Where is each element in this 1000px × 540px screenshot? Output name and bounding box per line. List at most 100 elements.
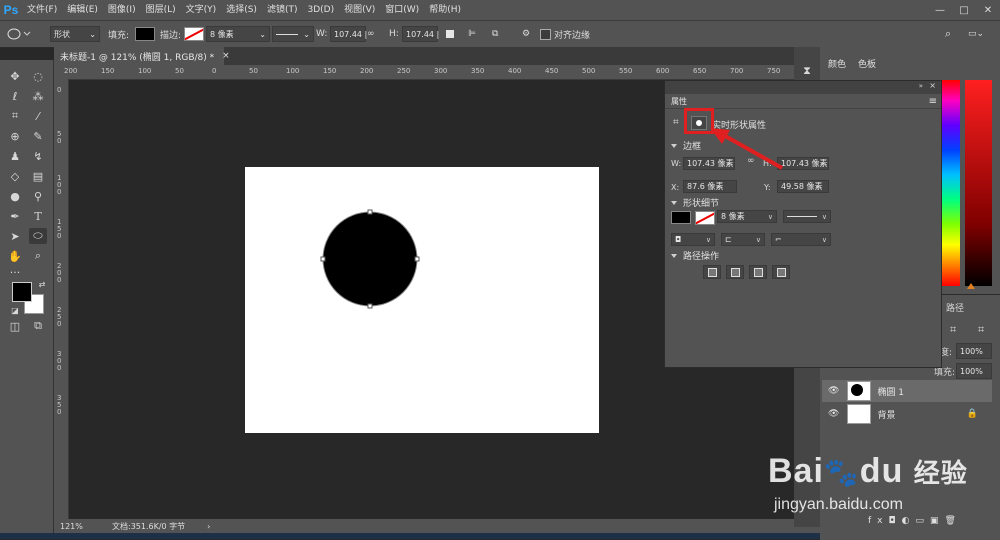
default-colors-icon[interactable]: ◪ xyxy=(6,302,24,318)
width-field[interactable]: 107.44 | xyxy=(330,26,367,42)
path-arrangement-icon[interactable]: ⧉ xyxy=(492,26,498,42)
stroke-type-select[interactable]: ⌄ xyxy=(272,26,314,42)
dodge-tool-icon[interactable]: ⚲ xyxy=(29,188,47,204)
eye-icon[interactable]: 👁 xyxy=(828,409,839,419)
layer-row[interactable]: 👁 椭圆 1 xyxy=(822,380,992,402)
intersect-shapes-button[interactable] xyxy=(749,265,767,279)
exclude-overlap-button[interactable] xyxy=(772,265,790,279)
pen-tool-icon[interactable]: ✒ xyxy=(6,208,24,224)
gear-icon[interactable]: ⚙ xyxy=(522,26,530,42)
tool-mode-select[interactable]: 形状 ⌄ xyxy=(50,26,100,42)
screen-mode-icon[interactable]: ⧉ xyxy=(29,318,47,334)
color-shade-bar[interactable] xyxy=(965,80,992,286)
anchor-point[interactable] xyxy=(367,209,373,215)
anchor-point[interactable] xyxy=(367,303,373,309)
menu-layer[interactable]: 图层(L) xyxy=(141,0,181,20)
stroke-width-field[interactable]: 8 像素 ⌄ xyxy=(206,26,270,42)
menu-filter[interactable]: 滤镜(T) xyxy=(262,0,303,20)
lasso-tool-icon[interactable]: ℓ xyxy=(6,88,24,104)
height-field[interactable]: 107.44 | xyxy=(402,26,439,42)
quick-mask-icon[interactable]: ◫ xyxy=(6,318,24,334)
tab-swatches[interactable]: 色板 xyxy=(858,57,876,70)
zoom-level[interactable]: 121% xyxy=(60,522,112,531)
tool-preset-picker[interactable] xyxy=(6,26,32,42)
tab-paths[interactable]: 路径 xyxy=(946,301,964,314)
crop-tool-icon[interactable]: ⌗ xyxy=(6,108,24,124)
close-icon[interactable]: × xyxy=(222,51,230,61)
combine-shapes-button[interactable] xyxy=(703,265,721,279)
brush-tool-icon[interactable]: ✎ xyxy=(29,128,47,144)
shape-fill-swatch[interactable] xyxy=(671,211,691,224)
blur-tool-icon[interactable]: ● xyxy=(6,188,24,204)
menu-window[interactable]: 窗口(W) xyxy=(380,0,424,20)
eyedropper-icon[interactable]: ⁄ xyxy=(29,108,47,124)
layer-row[interactable]: 👁 背景 🔒 xyxy=(822,403,992,425)
opacity-field[interactable]: 100% xyxy=(956,343,996,359)
zoom-tool-icon[interactable]: ⌕ xyxy=(29,248,47,264)
transform-icon[interactable]: ⌗ xyxy=(950,323,956,337)
maximize-button[interactable]: □ xyxy=(952,0,976,20)
link-icon[interactable]: ∞ xyxy=(367,26,375,42)
minimize-button[interactable]: — xyxy=(928,0,952,20)
y-field[interactable]: 49.58 像素 xyxy=(777,180,829,193)
anchor-point[interactable] xyxy=(320,256,326,262)
hand-tool-icon[interactable]: ✋ xyxy=(6,248,24,264)
document-canvas[interactable] xyxy=(245,167,599,433)
stroke-align-select[interactable]: ◘ xyxy=(671,233,715,246)
foreground-color-swatch[interactable] xyxy=(12,282,32,302)
menu-file[interactable]: 文件(F) xyxy=(22,0,62,20)
menu-help[interactable]: 帮助(H) xyxy=(424,0,466,20)
more-tools-icon[interactable]: ··· xyxy=(6,264,24,280)
workspace-icon[interactable]: ▭⌄ xyxy=(968,26,984,42)
menu-view[interactable]: 视图(V) xyxy=(339,0,380,20)
menu-image[interactable]: 图像(I) xyxy=(103,0,141,20)
menu-type[interactable]: 文字(Y) xyxy=(181,0,222,20)
section-path-operations[interactable]: 路径操作 xyxy=(671,249,719,262)
color-spectrum-bar[interactable] xyxy=(940,80,960,286)
path-operations-icon[interactable] xyxy=(446,26,454,42)
path-alignment-icon[interactable]: ⊫ xyxy=(468,26,476,42)
transform-icon[interactable]: ⌗ xyxy=(978,323,984,337)
anchor-point[interactable] xyxy=(414,256,420,262)
ellipse-shape[interactable] xyxy=(322,211,418,307)
clone-stamp-icon[interactable]: ♟ xyxy=(6,148,24,164)
align-edges-checkbox[interactable]: 对齐边缘 xyxy=(540,26,590,42)
eraser-icon[interactable]: ◇ xyxy=(6,168,24,184)
marquee-tool-icon[interactable]: ◌ xyxy=(29,68,47,84)
document-tab[interactable]: 未标题-1 @ 121% (椭圆 1, RGB/8) * × xyxy=(54,47,230,65)
history-icon[interactable]: ⧗ xyxy=(798,63,816,79)
stroke-type-select[interactable] xyxy=(783,210,831,223)
stroke-swatch[interactable] xyxy=(184,26,204,42)
collapse-icon[interactable]: » xyxy=(919,82,923,90)
eye-icon[interactable]: 👁 xyxy=(828,386,839,396)
fill-swatch[interactable] xyxy=(135,26,155,42)
move-tool-icon[interactable]: ✥ xyxy=(6,68,24,84)
x-field[interactable]: 87.6 像素 xyxy=(683,180,737,193)
tab-color[interactable]: 颜色 xyxy=(828,57,846,70)
type-tool-icon[interactable]: T xyxy=(29,208,47,224)
fill-field[interactable]: 100% xyxy=(956,363,996,379)
path-selection-icon[interactable]: ➤ xyxy=(6,228,24,244)
search-icon[interactable]: ⌕ xyxy=(945,26,951,42)
gradient-tool-icon[interactable]: ▤ xyxy=(29,168,47,184)
healing-brush-icon[interactable]: ⊕ xyxy=(6,128,24,144)
swap-colors-icon[interactable]: ⇄ xyxy=(33,276,51,292)
stroke-corners-select[interactable]: ⌐ xyxy=(771,233,831,246)
chevron-right-icon[interactable]: › xyxy=(207,522,210,531)
color-slider-indicator[interactable] xyxy=(967,283,975,289)
menu-select[interactable]: 选择(S) xyxy=(221,0,262,20)
stroke-caps-select[interactable]: ⊏ xyxy=(721,233,765,246)
menu-3d[interactable]: 3D(D) xyxy=(302,0,339,20)
panel-menu-icon[interactable]: ≡ xyxy=(929,96,937,107)
subtract-shape-button[interactable] xyxy=(726,265,744,279)
close-button[interactable]: ✕ xyxy=(976,0,1000,20)
section-bounds[interactable]: 边框 xyxy=(671,139,701,152)
transform-bounds-icon[interactable]: ⌗ xyxy=(673,117,679,128)
stroke-width-select[interactable]: 8 像素 xyxy=(717,210,777,223)
close-icon[interactable]: × xyxy=(929,81,936,90)
magic-wand-icon[interactable]: ⁂ xyxy=(29,88,47,104)
history-brush-icon[interactable]: ↯ xyxy=(29,148,47,164)
menu-edit[interactable]: 编辑(E) xyxy=(62,0,103,20)
ellipse-tool-icon[interactable]: ⬭ xyxy=(29,228,47,244)
section-shape-details[interactable]: 形状细节 xyxy=(671,196,719,209)
